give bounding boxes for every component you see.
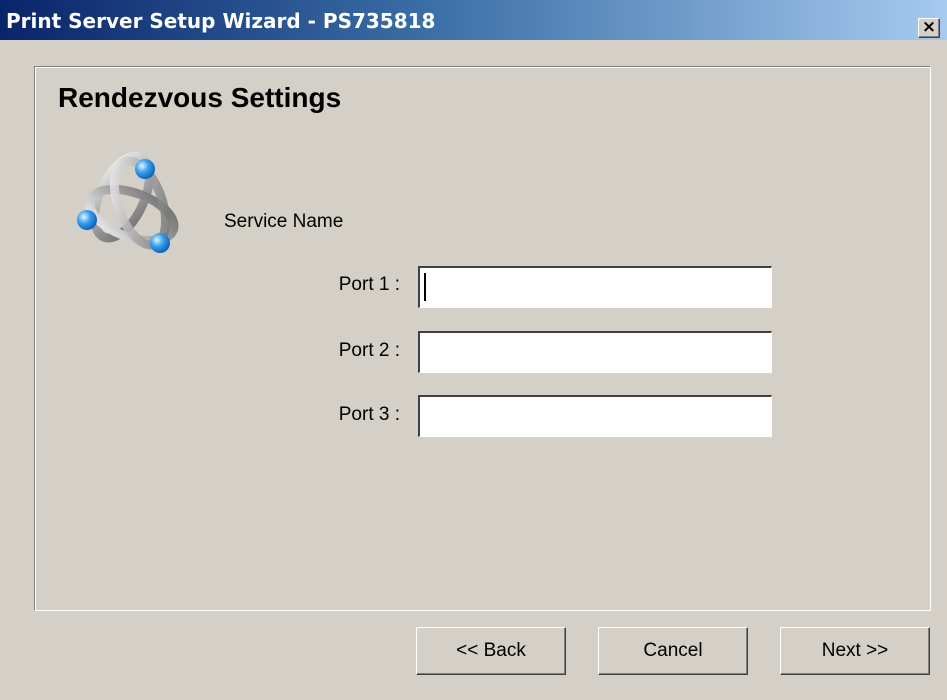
- port-2-input[interactable]: [418, 331, 772, 373]
- close-icon: ×: [921, 17, 937, 37]
- close-button[interactable]: ×: [918, 18, 940, 38]
- port-2-label: Port 2 :: [338, 340, 400, 361]
- next-button[interactable]: Next >>: [780, 627, 930, 675]
- rendezvous-logo-icon: [70, 145, 190, 265]
- port-1-label: Port 1 :: [338, 274, 400, 295]
- text-caret: [424, 273, 426, 301]
- wizard-window: Print Server Setup Wizard - PS735818 × R…: [0, 0, 947, 700]
- port-3-input[interactable]: [418, 395, 772, 437]
- port-3-label: Port 3 :: [338, 404, 400, 425]
- window-title: Print Server Setup Wizard - PS735818: [6, 9, 436, 33]
- title-bar[interactable]: Print Server Setup Wizard - PS735818 ×: [0, 0, 947, 40]
- page-title: Rendezvous Settings: [58, 82, 342, 113]
- cancel-button[interactable]: Cancel: [598, 627, 748, 675]
- back-button[interactable]: << Back: [416, 627, 566, 675]
- port-1-input[interactable]: [418, 266, 772, 308]
- service-name-label: Service Name: [224, 211, 344, 232]
